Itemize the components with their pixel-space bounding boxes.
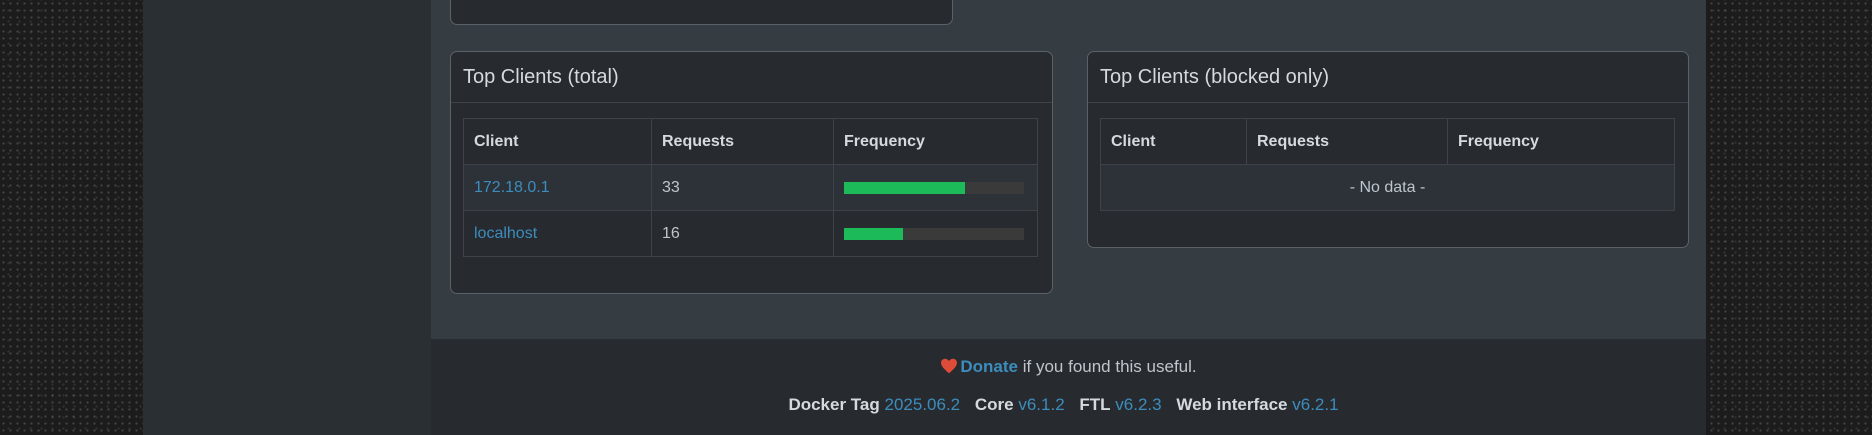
frequency-bar-fill xyxy=(844,181,965,194)
table-row: - No data - xyxy=(1100,164,1675,211)
requests-cell: 16 xyxy=(651,210,834,257)
donate-line: Donate if you found this useful. xyxy=(431,357,1706,379)
donate-link[interactable]: Donate xyxy=(960,357,1018,376)
top-clients-total-panel: Top Clients (total) Client Requests Freq… xyxy=(450,51,1053,294)
client-link[interactable]: localhost xyxy=(474,225,537,242)
version-line: Docker Tag 2025.06.2 Core v6.1.2 FTL v6.… xyxy=(431,395,1706,415)
docker-tag-link[interactable]: 2025.06.2 xyxy=(885,395,961,414)
top-clients-blocked-panel: Top Clients (blocked only) Client Reques… xyxy=(1087,51,1689,248)
frequency-bar-fill xyxy=(844,227,904,240)
docker-tag-label: Docker Tag xyxy=(788,395,880,414)
panel-title: Top Clients (blocked only) xyxy=(1088,52,1688,103)
ftl-label: FTL xyxy=(1079,395,1111,414)
previous-panel-bottom xyxy=(450,0,953,25)
client-link[interactable]: 172.18.0.1 xyxy=(474,179,550,196)
top-clients-total-table: Client Requests Frequency 172.18.0.1 33 xyxy=(463,118,1038,257)
core-label: Core xyxy=(974,395,1014,414)
table-row: 172.18.0.1 33 xyxy=(463,164,1038,211)
column-header-client: Client xyxy=(463,118,652,165)
table-row: localhost 16 xyxy=(463,210,1038,257)
column-header-frequency: Frequency xyxy=(833,118,1038,165)
frequency-bar xyxy=(844,227,1024,240)
ftl-version-link[interactable]: v6.2.3 xyxy=(1115,395,1161,414)
top-clients-blocked-table: Client Requests Frequency - No data - xyxy=(1100,118,1675,211)
donate-suffix: if you found this useful. xyxy=(1022,357,1197,376)
frequency-bar xyxy=(844,181,1024,194)
panel-title: Top Clients (total) xyxy=(451,52,1052,103)
frequency-cell xyxy=(833,210,1038,257)
no-data-message: - No data - xyxy=(1100,164,1675,211)
frequency-cell xyxy=(833,164,1038,211)
column-header-frequency: Frequency xyxy=(1447,118,1675,165)
web-interface-version-link[interactable]: v6.2.1 xyxy=(1292,395,1338,414)
content-area: Top Clients (total) Client Requests Freq… xyxy=(431,0,1706,339)
web-interface-label: Web interface xyxy=(1176,395,1288,414)
client-cell: localhost xyxy=(463,210,652,257)
footer: Donate if you found this useful. Docker … xyxy=(431,339,1706,435)
requests-cell: 33 xyxy=(651,164,834,211)
column-header-client: Client xyxy=(1100,118,1247,165)
client-cell: 172.18.0.1 xyxy=(463,164,652,211)
column-header-requests: Requests xyxy=(651,118,834,165)
column-header-requests: Requests xyxy=(1246,118,1448,165)
heart-icon xyxy=(940,358,958,379)
core-version-link[interactable]: v6.1.2 xyxy=(1018,395,1064,414)
